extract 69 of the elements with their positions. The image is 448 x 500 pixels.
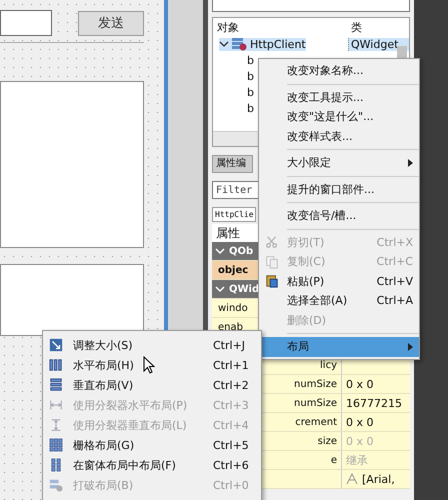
shortcut-label: Ctrl+6	[213, 458, 250, 472]
text-area[interactable]	[0, 264, 144, 336]
object-name: b	[247, 54, 254, 66]
column-header: 类	[350, 20, 362, 34]
tree-row[interactable]: HttpClient QWidget	[213, 36, 409, 52]
property-name: numSize	[294, 378, 337, 390]
property-name: QWid	[229, 284, 260, 294]
menu-item[interactable]: 改变样式表...	[259, 126, 419, 146]
break-layout-icon	[49, 478, 63, 492]
property-name: windo	[218, 302, 248, 314]
property-value: [Arial,	[362, 472, 395, 486]
vertical-splitter-icon	[49, 418, 63, 432]
submenu-arrow-icon	[408, 342, 413, 351]
chevron-icon	[215, 246, 225, 256]
shortcut-label: Ctrl+V	[376, 274, 413, 288]
rows-icon	[49, 378, 63, 392]
menu-item[interactable]: 大小限定	[259, 153, 419, 172]
clipboard-icon	[265, 274, 279, 288]
property-name: crement	[295, 416, 337, 428]
object-label: HttpClie	[212, 207, 256, 222]
menu-item[interactable]: 粘贴(P) Ctrl+V	[259, 272, 419, 291]
shortcut-label: Ctrl+C	[376, 255, 413, 268]
property-name: enab	[218, 322, 243, 332]
shortcut-label: Ctrl+J	[213, 338, 246, 352]
property-value: 继承	[346, 452, 368, 468]
menu-item[interactable]: 调整大小(S) Ctrl+J	[43, 335, 261, 355]
shortcut-label: Ctrl+4	[213, 418, 250, 432]
resize-icon	[49, 338, 63, 352]
menu-item[interactable]: 选择全部(A) Ctrl+A	[259, 291, 419, 310]
property-name: size	[318, 436, 337, 446]
class-name: QWidget	[348, 38, 409, 50]
text-area[interactable]	[0, 81, 144, 248]
menu-item[interactable]: 改变工具提示...	[259, 88, 419, 107]
shortcut-label: Ctrl+A	[376, 294, 413, 308]
property-name: licy	[320, 360, 337, 370]
column-header: 对象	[216, 20, 240, 34]
property-name: numSize	[294, 398, 337, 408]
submenu-arrow-icon	[408, 158, 413, 167]
pointer-icon	[143, 356, 155, 374]
copy-icon	[265, 254, 279, 269]
property-value: 0 x 0	[346, 378, 374, 390]
property-name: e	[330, 454, 337, 466]
send-button[interactable]: 发送	[78, 10, 144, 36]
property-value: 0 x 0	[346, 416, 374, 428]
property-value: 0 x 0	[346, 434, 374, 448]
scissors-icon	[265, 235, 279, 250]
property-name: objec	[218, 264, 248, 276]
horizontal-splitter-icon	[49, 398, 63, 412]
form-layout-icon	[49, 458, 63, 472]
shortcut-label: Ctrl+0	[213, 478, 250, 492]
chevron-icon	[215, 284, 225, 294]
menu-item[interactable]: 布局	[259, 337, 419, 356]
menu-item[interactable]: 提升的窗口部件...	[259, 180, 419, 199]
shortcut-label: Ctrl+3	[213, 398, 250, 412]
shortcut-label: Ctrl+2	[213, 378, 250, 392]
menu-item[interactable]: 改变信号/槽...	[259, 206, 419, 226]
shortcut-label: Ctrl+5	[213, 438, 250, 452]
columns-icon	[49, 358, 63, 372]
menu-item[interactable]: 改变对象名称...	[259, 61, 419, 80]
grid-icon	[49, 438, 63, 452]
property-name: QOb	[229, 246, 254, 256]
widget-icon	[232, 38, 247, 50]
panel-title: 属性编	[212, 155, 253, 173]
object-name: HttpClient	[250, 38, 306, 50]
font-icon	[346, 473, 358, 485]
shortcut-label: Ctrl+1	[213, 358, 250, 372]
message-field[interactable]	[0, 10, 52, 36]
property-value: 16777215	[346, 396, 402, 410]
menu-item[interactable]: 改变"这是什么"...	[259, 107, 419, 126]
